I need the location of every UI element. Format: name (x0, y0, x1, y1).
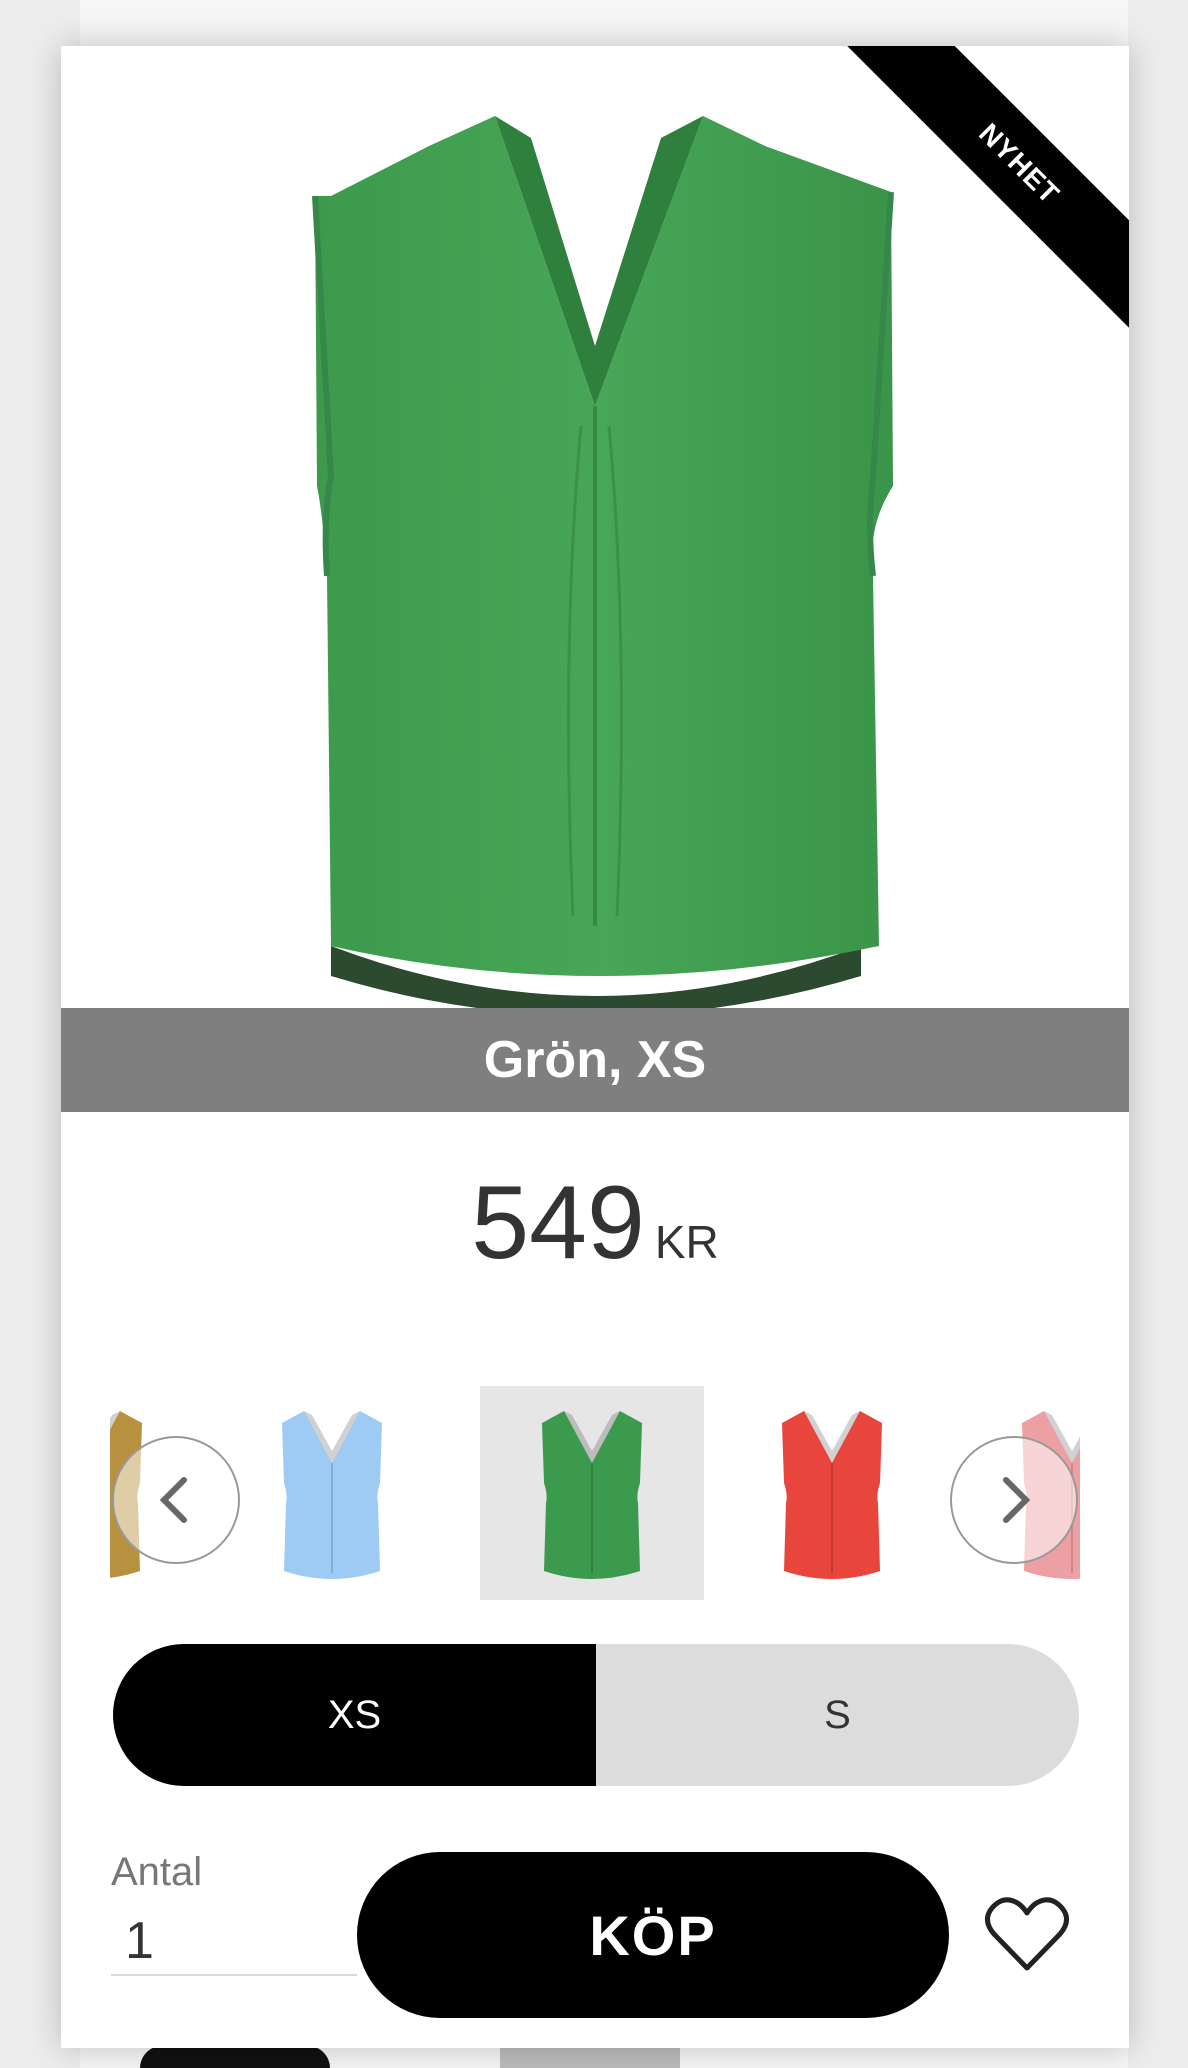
price: 549 KR (61, 1164, 1129, 1283)
color-thumb-red[interactable] (720, 1386, 944, 1600)
next-product-peek (140, 2046, 330, 2068)
variant-label: Grön, XS (61, 1008, 1129, 1112)
size-selector: XS S (113, 1644, 1079, 1786)
carousel-prev-button[interactable] (112, 1436, 240, 1564)
blouse-thumb-icon (782, 1411, 882, 1579)
buy-button[interactable]: KÖP (357, 1852, 949, 2018)
color-thumb-green[interactable] (480, 1386, 704, 1600)
price-amount: 549 (471, 1165, 645, 1281)
new-badge-label: NYHET (836, 46, 1129, 346)
blouse-thumb-icon (542, 1411, 642, 1579)
color-thumb-light-blue[interactable] (220, 1386, 444, 1600)
quantity-input[interactable] (111, 1908, 357, 1976)
product-image[interactable]: NYHET (61, 46, 1129, 1008)
next-product-peek-2 (500, 2046, 680, 2068)
carousel-next-button[interactable] (950, 1436, 1078, 1564)
chevron-left-icon (159, 1477, 187, 1523)
heart-icon (985, 1897, 1069, 1971)
size-option-s[interactable]: S (596, 1644, 1079, 1786)
chevron-right-icon (1003, 1477, 1031, 1523)
new-badge: NYHET (829, 46, 1129, 346)
blouse-thumb-icon (282, 1411, 382, 1579)
favorite-button[interactable] (984, 1894, 1070, 1974)
color-carousel (110, 1386, 1080, 1600)
size-option-xs[interactable]: XS (113, 1644, 596, 1786)
price-currency: KR (654, 1216, 719, 1268)
quantity-label: Antal (111, 1850, 203, 1894)
